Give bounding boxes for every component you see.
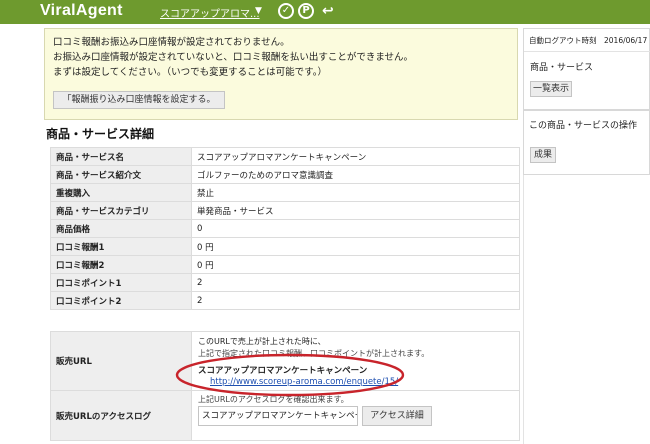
row-value: ゴルファーのためのアロマ意識調査 [191, 165, 520, 184]
sales-url-desc: このURLで売上が計上された時に、 [198, 337, 326, 346]
row-label: 商品・サービス紹介文 [50, 165, 192, 184]
table-row: 口コミ報酬2 0 円 [50, 255, 520, 274]
sales-url-table: 販売URL このURLで売上が計上された時に、 上記で指定された口コミ報酬、口コ… [50, 331, 520, 441]
campaign-name: スコアアップアロマアンケートキャンペーン [198, 366, 368, 376]
table-row: 重複購入 禁止 [50, 183, 520, 202]
access-detail-button[interactable]: アクセス詳細 [362, 406, 432, 426]
row-label: 口コミポイント1 [50, 273, 192, 292]
row-label: 商品・サービスカテゴリ [50, 201, 192, 220]
bank-account-notice: 口コミ報酬お振込み口座情報が設定されておりません。 お振込み口座情報が設定されて… [44, 28, 518, 120]
sidebar-panel: 自動ログアウト時刻 2016/06/17 商品・サービス 一覧表示 [523, 28, 650, 110]
set-bank-account-button[interactable]: 「報酬振り込み口座情報を設定する。 [53, 91, 225, 109]
row-value: 0 [191, 219, 520, 238]
check-circle-icon[interactable]: ✓ [278, 3, 294, 19]
sidebar-heading-operations: この商品・サービスの操作 [529, 121, 638, 131]
access-log-desc: 上記URLのアクセスログを確認出来ます。 [198, 395, 349, 404]
campaign-selector-link[interactable]: スコアアップアロマ... [160, 5, 260, 20]
auto-logout-info: 自動ログアウト時刻 2016/06/17 [529, 35, 647, 46]
service-detail-table: 商品・サービス名 スコアアップアロマアンケートキャンペーン 商品・サービス紹介文ゴ… [50, 147, 520, 310]
auto-logout-label: 自動ログアウト時刻 [529, 36, 597, 45]
row-label: 口コミ報酬1 [50, 237, 192, 256]
row-value: 2 [191, 291, 520, 310]
access-log-cell: 上記URLのアクセスログを確認出来ます。 スコアアップアロマアンケートキャンペー… [191, 390, 520, 441]
brand-logo[interactable]: ViralAgent [40, 2, 123, 20]
table-row: 口コミポイント1 2 [50, 273, 520, 292]
row-value: 2 [191, 273, 520, 292]
return-arrow-icon[interactable]: ↩ [322, 4, 334, 18]
sales-url-link[interactable]: http://www.scoreup-aroma.com/enquete/15/ [210, 377, 398, 387]
notice-line: 口コミ報酬お振込み口座情報が設定されておりません。 [53, 37, 290, 48]
page-title: 商品・サービス詳細 [46, 127, 155, 141]
divider [524, 51, 650, 52]
notice-line: まずは設定してください。（いつでも変更することは可能です。） [53, 67, 327, 78]
access-log-row: 販売URLのアクセスログ 上記URLのアクセスログを確認出来ます。 スコアアップ… [50, 390, 520, 441]
sidebar-heading-services: 商品・サービス [530, 63, 594, 73]
table-row: 商品・サービス名 スコアアップアロマアンケートキャンペーン [50, 147, 520, 166]
table-row: 商品・サービスカテゴリ 単発商品・サービス [50, 201, 520, 220]
sales-url-label: 販売URL [50, 331, 192, 391]
list-view-button[interactable]: 一覧表示 [530, 81, 572, 97]
table-row: 口コミポイント2 2 [50, 291, 520, 310]
row-value: 禁止 [191, 183, 520, 202]
auto-logout-time: 2016/06/17 [604, 36, 648, 45]
row-value: 単発商品・サービス [191, 201, 520, 220]
row-value: 0 円 [191, 237, 520, 256]
sales-url-cell: このURLで売上が計上された時に、 上記で指定された口コミ報酬、口コミポイントが… [191, 331, 520, 391]
row-value: スコアアップアロマアンケートキャンペーン [191, 147, 520, 166]
access-log-campaign-field[interactable]: スコアアップアロマアンケートキャンペーン [198, 406, 358, 426]
sales-url-desc: 上記で指定された口コミ報酬、口コミポイントが計上されます。 [198, 349, 430, 358]
row-value: 0 円 [191, 255, 520, 274]
sidebar-border [523, 175, 524, 444]
table-row: 口コミ報酬1 0 円 [50, 237, 520, 256]
row-label: 口コミポイント2 [50, 291, 192, 310]
sales-url-row: 販売URL このURLで売上が計上された時に、 上記で指定された口コミ報酬、口コ… [50, 331, 520, 391]
notice-line: お振込み口座情報が設定されていないと、口コミ報酬を払い出すことができません。 [53, 52, 414, 63]
row-label: 商品・サービス名 [50, 147, 192, 166]
row-label: 商品価格 [50, 219, 192, 238]
p-circle-icon[interactable]: P [298, 3, 314, 19]
sidebar-operations-panel: この商品・サービスの操作 成果 [523, 110, 650, 175]
table-row: 商品価格 0 [50, 219, 520, 238]
chevron-down-icon[interactable]: ▼ [255, 6, 262, 16]
top-bar: ViralAgent スコアアップアロマ... ▼ ✓ P ↩ [0, 0, 650, 24]
notice-text: 口コミ報酬お振込み口座情報が設定されておりません。 お振込み口座情報が設定されて… [53, 35, 413, 80]
results-button[interactable]: 成果 [530, 147, 556, 163]
access-log-label: 販売URLのアクセスログ [50, 390, 192, 441]
row-label: 口コミ報酬2 [50, 255, 192, 274]
table-row: 商品・サービス紹介文 ゴルファーのためのアロマ意識調査 [50, 165, 520, 184]
row-label: 重複購入 [50, 183, 192, 202]
